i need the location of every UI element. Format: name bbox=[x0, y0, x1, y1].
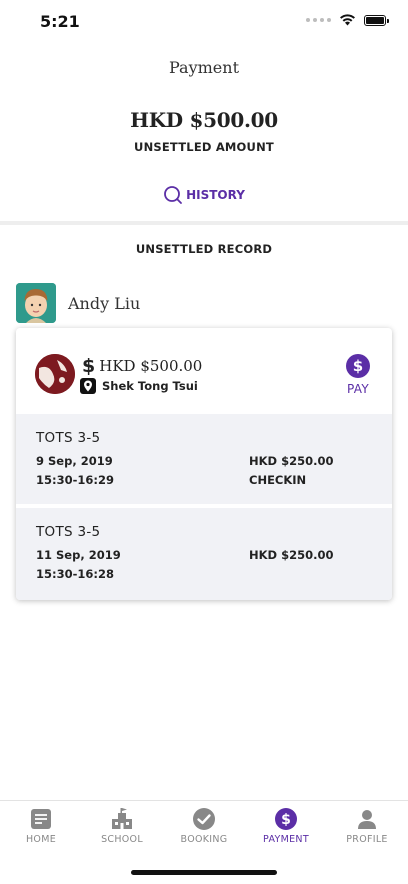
svg-text:$: $ bbox=[281, 812, 291, 828]
payment-card: $ HKD $500.00 Shek Tong Tsui $ PAY TOTS … bbox=[16, 328, 392, 600]
status-bar: 5:21 bbox=[0, 0, 408, 44]
status-time: 5:21 bbox=[40, 12, 80, 31]
tab-profile[interactable]: PROFILE bbox=[326, 807, 408, 845]
section-title: UNSETTLED RECORD bbox=[135, 242, 273, 256]
tab-booking[interactable]: BOOKING bbox=[163, 807, 245, 845]
card-amount-value: HKD $500.00 bbox=[99, 357, 203, 375]
page-title: Payment bbox=[169, 58, 239, 77]
tab-school[interactable]: SCHOOL bbox=[81, 807, 163, 845]
session-amount: HKD $250.00 bbox=[249, 454, 334, 468]
location-name: Shek Tong Tsui bbox=[102, 379, 198, 393]
tab-payment-label: PAYMENT bbox=[263, 834, 309, 845]
session-status: CHECKIN bbox=[249, 473, 307, 487]
profile-icon bbox=[358, 810, 376, 829]
tab-profile-label: PROFILE bbox=[346, 834, 388, 845]
payment-icon: $ bbox=[275, 808, 297, 830]
history-button[interactable]: HISTORY bbox=[0, 185, 408, 205]
status-icons bbox=[306, 14, 389, 26]
home-icon bbox=[31, 809, 51, 829]
tab-home-label: HOME bbox=[25, 834, 57, 845]
session-time: 15:30-16:29 bbox=[36, 473, 114, 487]
location-pin-icon bbox=[80, 378, 96, 394]
signal-icon bbox=[306, 18, 331, 22]
session-time: 15:30-16:28 bbox=[36, 567, 114, 581]
session-date: 11 Sep, 2019 bbox=[36, 548, 121, 562]
student-name: Andy Liu bbox=[68, 293, 141, 313]
student-avatar bbox=[16, 283, 56, 323]
session-row: TOTS 3-5 11 Sep, 2019 15:30-16:28 HKD $2… bbox=[16, 508, 392, 600]
school-icon bbox=[112, 808, 132, 829]
tab-school-label: SCHOOL bbox=[101, 834, 143, 845]
unsettled-amount-label: UNSETTLED AMOUNT bbox=[134, 140, 274, 154]
school-logo bbox=[35, 354, 75, 394]
session-amount: HKD $250.00 bbox=[249, 548, 334, 562]
section-divider bbox=[0, 221, 408, 225]
dollar-icon: $ bbox=[82, 355, 96, 377]
session-date: 9 Sep, 2019 bbox=[36, 454, 113, 468]
session-row: TOTS 3-5 9 Sep, 2019 15:30-16:29 HKD $25… bbox=[16, 414, 392, 504]
home-indicator bbox=[131, 870, 277, 875]
unsettled-amount: HKD $500.00 bbox=[130, 108, 278, 132]
student-header: Andy Liu bbox=[16, 283, 140, 323]
battery-icon bbox=[364, 14, 389, 26]
session-title: TOTS 3-5 bbox=[36, 524, 101, 540]
pay-label: PAY bbox=[347, 382, 369, 396]
card-amount: $ HKD $500.00 bbox=[82, 355, 202, 377]
tab-booking-label: BOOKING bbox=[180, 834, 228, 845]
wifi-icon bbox=[340, 14, 355, 26]
history-label: HISTORY bbox=[186, 188, 245, 202]
tab-payment[interactable]: $ PAYMENT bbox=[245, 807, 327, 845]
booking-icon bbox=[193, 808, 215, 830]
session-title: TOTS 3-5 bbox=[36, 430, 101, 446]
location-row: Shek Tong Tsui bbox=[80, 378, 198, 394]
card-header: $ HKD $500.00 Shek Tong Tsui $ PAY bbox=[16, 328, 392, 414]
tab-home[interactable]: HOME bbox=[0, 807, 82, 845]
pay-button[interactable]: $ PAY bbox=[344, 354, 372, 396]
pay-dollar-icon: $ bbox=[346, 354, 370, 378]
search-icon bbox=[164, 186, 182, 204]
